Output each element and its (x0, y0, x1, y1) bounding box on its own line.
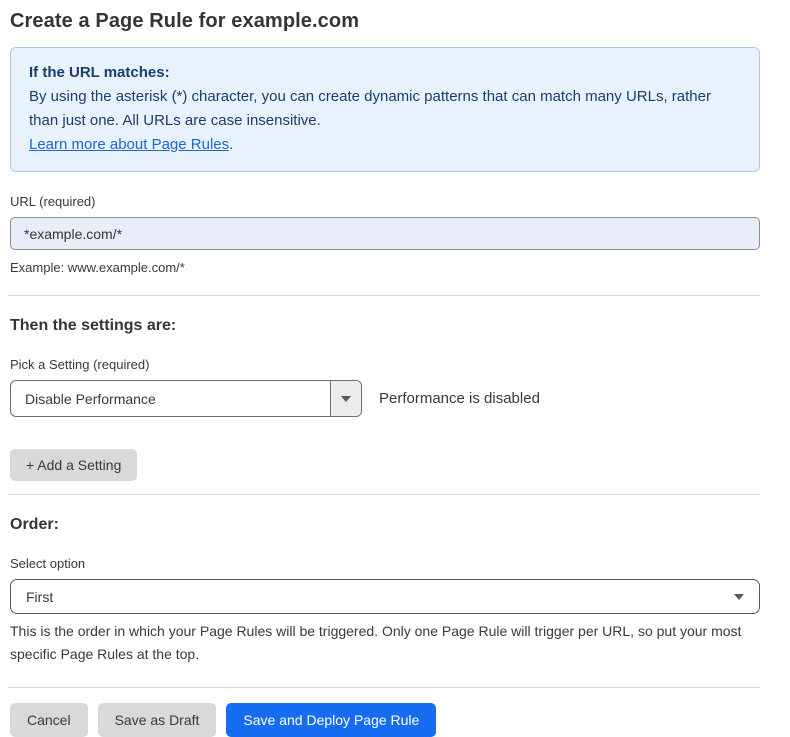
url-match-info-box: If the URL matches: By using the asteris… (10, 47, 760, 172)
setting-select[interactable]: Disable Performance (10, 380, 362, 417)
url-example-helper: Example: www.example.com/* (10, 257, 760, 278)
page-title: Create a Page Rule for example.com (10, 10, 760, 33)
link-suffix: . (229, 136, 233, 153)
chevron-down-icon (341, 396, 351, 402)
url-input[interactable] (10, 217, 760, 250)
order-select-value: First (26, 589, 53, 605)
cancel-button[interactable]: Cancel (10, 703, 88, 737)
order-section-heading: Order: (10, 516, 760, 534)
footer-button-row: Cancel Save as Draft Save and Deploy Pag… (10, 703, 760, 737)
learn-more-link[interactable]: Learn more about Page Rules (29, 136, 229, 153)
setting-select-value: Disable Performance (11, 381, 330, 416)
info-box-link-line: Learn more about Page Rules. (29, 133, 741, 157)
page-rule-form: Create a Page Rule for example.com If th… (0, 0, 790, 737)
setting-select-arrow-button[interactable] (330, 381, 361, 416)
save-and-deploy-button[interactable]: Save and Deploy Page Rule (226, 703, 436, 737)
settings-section-heading: Then the settings are: (10, 317, 760, 335)
section-divider (8, 687, 760, 688)
info-box-body: By using the asterisk (*) character, you… (29, 85, 741, 133)
setting-status-text: Performance is disabled (379, 390, 540, 407)
url-field-label: URL (required) (10, 194, 760, 209)
section-divider (8, 295, 760, 296)
order-select[interactable]: First (10, 579, 760, 614)
section-divider (8, 494, 760, 495)
save-as-draft-button[interactable]: Save as Draft (98, 703, 217, 737)
chevron-down-icon (734, 594, 744, 600)
order-helper-text: This is the order in which your Page Rul… (10, 620, 760, 666)
info-box-heading: If the URL matches: (29, 61, 741, 85)
add-setting-button[interactable]: + Add a Setting (10, 449, 137, 481)
setting-row: Disable Performance Performance is disab… (10, 380, 760, 417)
pick-setting-label: Pick a Setting (required) (10, 357, 760, 372)
order-select-label: Select option (10, 556, 760, 571)
